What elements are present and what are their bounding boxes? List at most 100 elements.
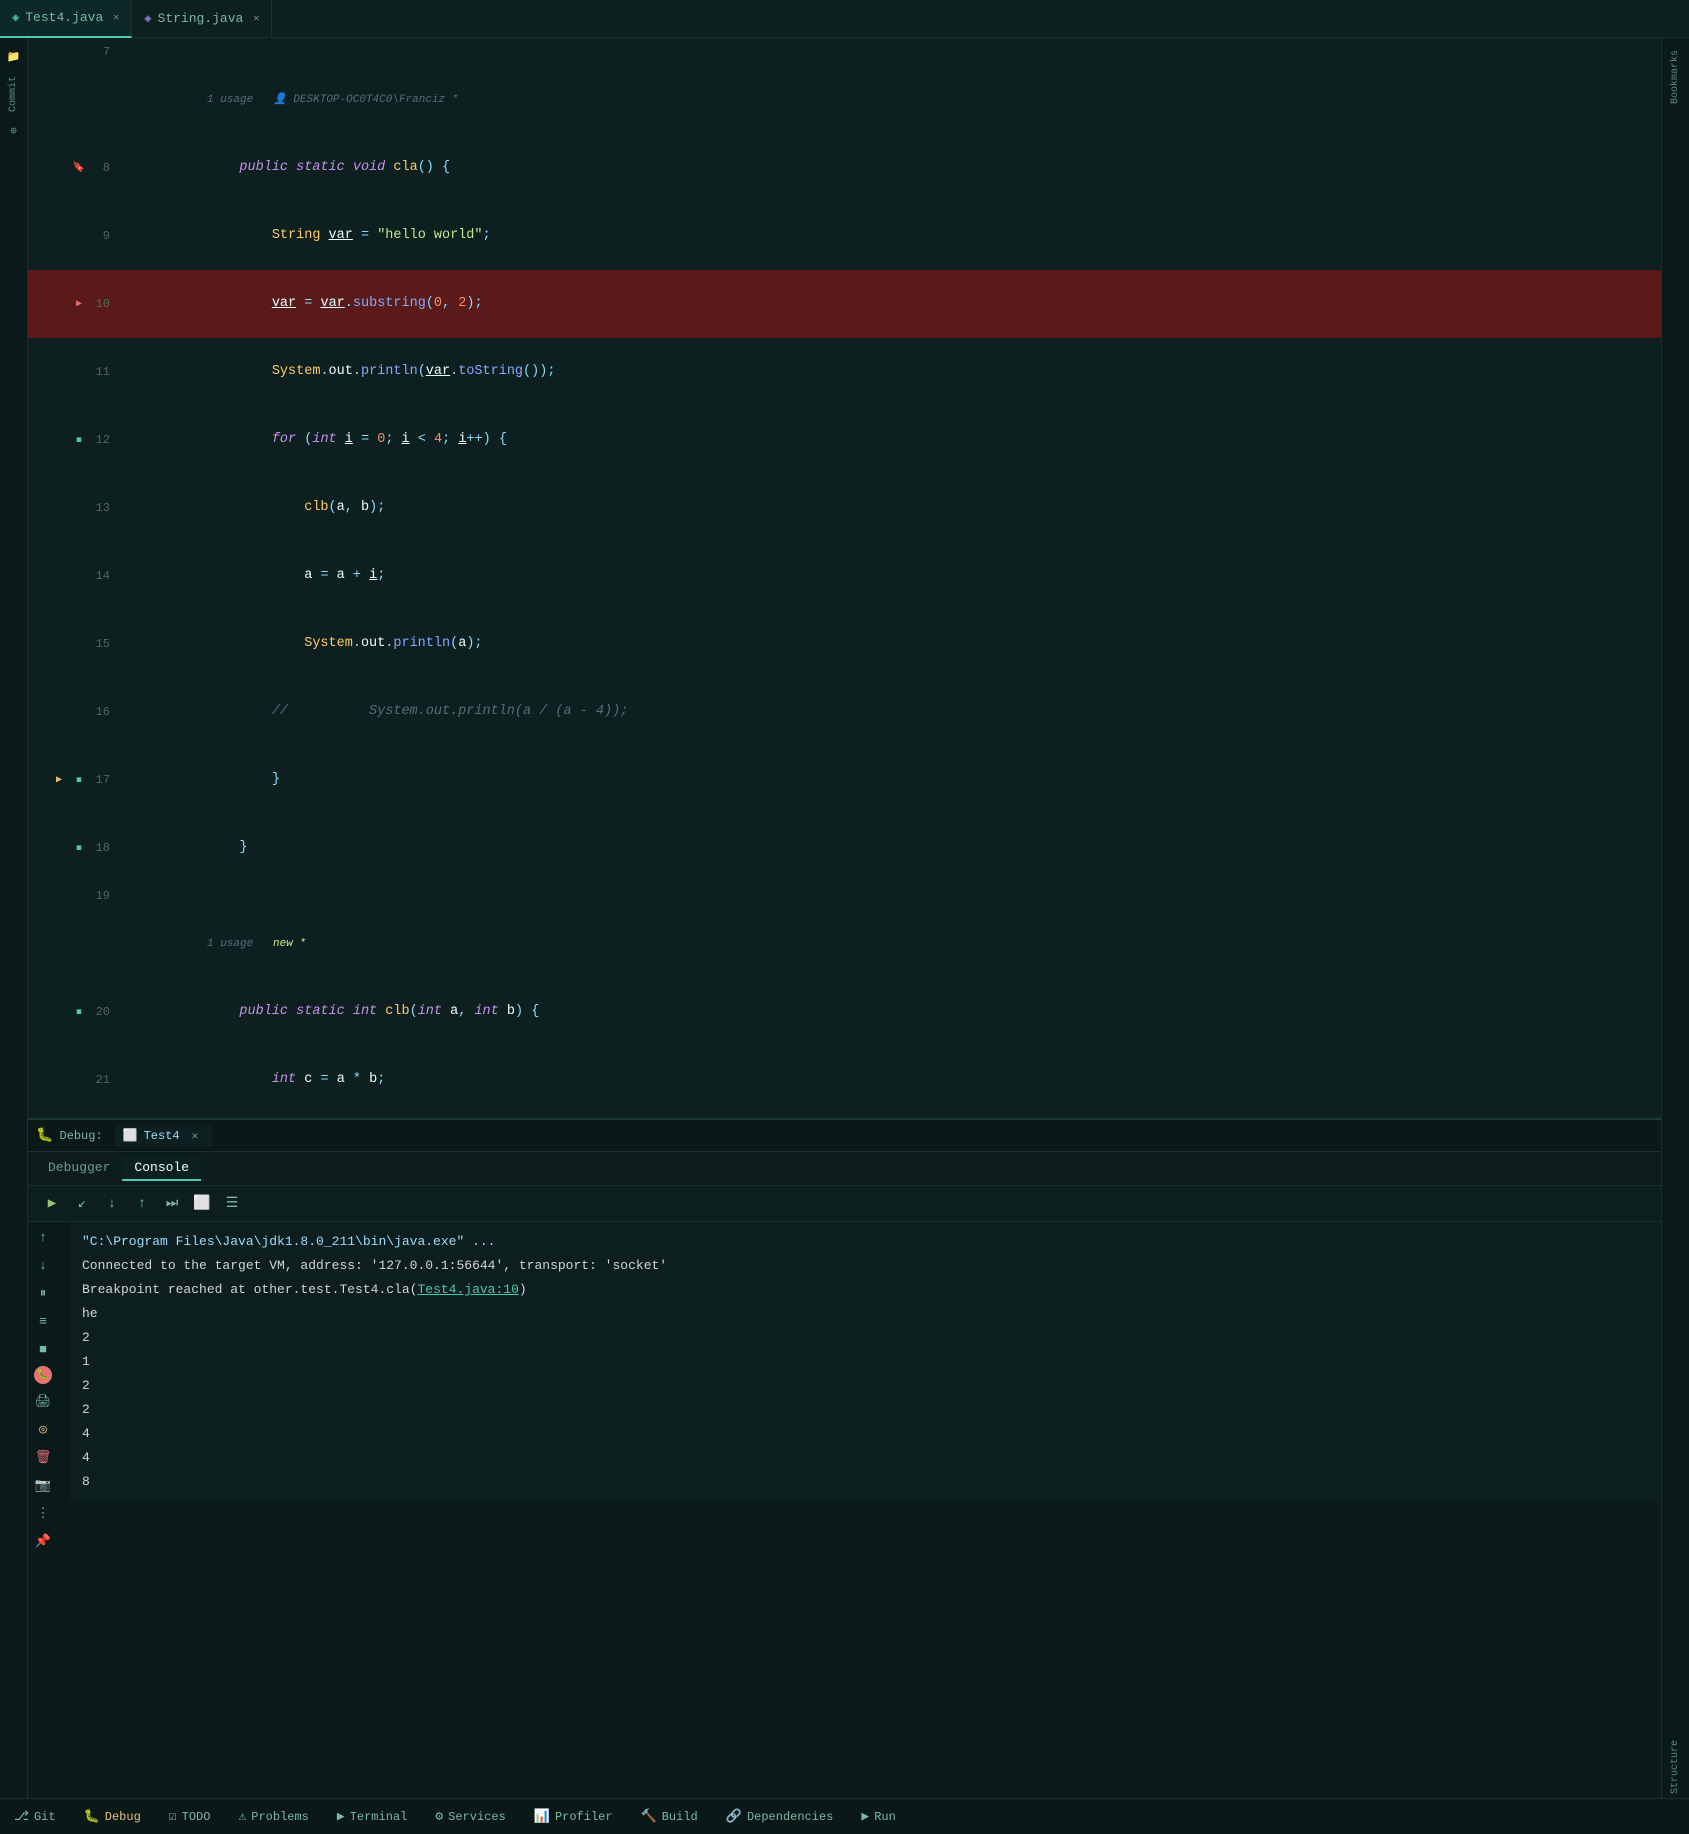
- code-container[interactable]: 7 1 usage 👤 DESKTOP-OC0T4C0\Franciz * 🔖: [28, 38, 1661, 1118]
- code-line-8: 🔖 8 public static void cla() {: [28, 134, 1661, 202]
- bookmark-18: ◼: [72, 841, 86, 855]
- watch-icon[interactable]: ◎: [32, 1418, 54, 1440]
- debug-icon[interactable]: 🐛: [34, 1366, 52, 1384]
- problems-label: Problems: [251, 1810, 309, 1824]
- build-tool[interactable]: 🔨 Build: [635, 1805, 704, 1828]
- git-label: Git: [34, 1810, 56, 1824]
- terminal-tool[interactable]: ▶ Terminal: [331, 1805, 413, 1828]
- gutter-15: 15: [28, 610, 118, 678]
- dependencies-tool[interactable]: 🔗 Dependencies: [720, 1805, 840, 1828]
- pause-console-icon[interactable]: ⏸: [32, 1282, 54, 1304]
- code-line-16: 16 // System.out.println(a / (a - 4));: [28, 678, 1661, 746]
- stop-icon[interactable]: ■: [32, 1338, 54, 1360]
- settings-icon[interactable]: ≡: [32, 1310, 54, 1332]
- console-left-icons: ↑ ↓ ⏸ ≡ ■ 🐛 🖨 ◎ 🗑 📷 ⋮ 📌: [28, 1222, 58, 1556]
- console-line-3: Breakpoint reached at other.test.Test4.c…: [82, 1278, 1649, 1302]
- camera-icon[interactable]: 📷: [32, 1474, 54, 1496]
- scroll-down-icon[interactable]: ↓: [32, 1254, 54, 1276]
- step-out-btn[interactable]: ↑: [130, 1192, 154, 1216]
- dependencies-icon: 🔗: [726, 1809, 742, 1824]
- run-to-cursor-btn[interactable]: ⏭: [160, 1192, 184, 1216]
- gutter-10: ▶ 10: [28, 270, 118, 338]
- tab-string-close[interactable]: ✕: [253, 13, 259, 25]
- breakpoint-17[interactable]: ▶: [52, 773, 66, 787]
- console-line-4: he: [82, 1302, 1649, 1326]
- gutter-9: 9: [28, 202, 118, 270]
- gutter-20: ◼ 20: [28, 978, 118, 1046]
- project-icon[interactable]: 📁: [3, 46, 25, 68]
- terminal-icon: ▶: [337, 1809, 345, 1824]
- step-into-btn[interactable]: ↓: [100, 1192, 124, 1216]
- console-main[interactable]: "C:\Program Files\Java\jdk1.8.0_211\bin\…: [70, 1222, 1661, 1556]
- code-line-10: ▶ 10 var = var.substring(0, 2);: [28, 270, 1661, 338]
- gutter-8: 🔖 8: [28, 134, 118, 202]
- bookmark-12: ◼: [72, 433, 86, 447]
- gutter-13: 13: [28, 474, 118, 542]
- console-line-6: 1: [82, 1350, 1649, 1374]
- test4-icon: ◈: [12, 10, 19, 25]
- todo-label: TODO: [182, 1810, 211, 1824]
- debug-toolbar: ▶ ↙ ↓ ↑ ⏭ ⬜ ☰: [28, 1186, 1661, 1222]
- gutter-16: 16: [28, 678, 118, 746]
- main-area: 📁 Commit ⊕ 7 1 usage 👤 DESKTOP-OC0T4C0\F: [0, 38, 1689, 1798]
- console-line-8: 2: [82, 1398, 1649, 1422]
- problems-icon: ⚠: [238, 1809, 246, 1824]
- debug-bottom-icon: 🐛: [84, 1809, 100, 1824]
- bookmarks-label[interactable]: Bookmarks: [1668, 46, 1683, 108]
- console-line-7: 2: [82, 1374, 1649, 1398]
- code-line-21: 21 int c = a * b;: [28, 1046, 1661, 1114]
- resume-btn[interactable]: ▶: [40, 1192, 64, 1216]
- git-tool[interactable]: ⎇ Git: [8, 1805, 62, 1828]
- run-icon: ▶: [861, 1809, 869, 1824]
- tab-test4[interactable]: ◈ Test4.java ✕: [0, 0, 132, 38]
- gutter-meta2: [28, 910, 118, 978]
- debug-session-bar: 🐛 Debug: ⬜ Test4 ✕: [28, 1120, 1661, 1152]
- string-icon: ◈: [144, 11, 151, 26]
- gutter-21: 21: [28, 1046, 118, 1114]
- todo-tool[interactable]: ☑ TODO: [163, 1805, 217, 1828]
- gutter-19: 19: [28, 882, 118, 910]
- tab-console[interactable]: Console: [122, 1156, 201, 1181]
- code-line-20: ◼ 20 public static int clb(int a, int b)…: [28, 978, 1661, 1046]
- console-output: ↑ ↓ ⏸ ≡ ■ 🐛 🖨 ◎ 🗑 📷 ⋮ 📌 "C:\Progra: [28, 1222, 1661, 1556]
- gutter-11: 11: [28, 338, 118, 406]
- merge-icon[interactable]: ⊕: [3, 120, 25, 142]
- commit-label[interactable]: Commit: [6, 72, 21, 116]
- debug-tool[interactable]: 🐛 Debug: [78, 1805, 147, 1828]
- code-line-14: 14 a = a + i;: [28, 542, 1661, 610]
- right-sidebar: Bookmarks Structure: [1661, 38, 1689, 1798]
- step-over-btn[interactable]: ↙: [70, 1192, 94, 1216]
- terminal-label: Terminal: [350, 1810, 408, 1824]
- delete-icon[interactable]: 🗑: [32, 1446, 54, 1468]
- editor-area: 7 1 usage 👤 DESKTOP-OC0T4C0\Franciz * 🔖: [28, 38, 1661, 1798]
- code-line-9: 9 String var = "hello world";: [28, 202, 1661, 270]
- pin-icon[interactable]: 📌: [32, 1530, 54, 1552]
- profiler-tool[interactable]: 📊 Profiler: [528, 1805, 619, 1828]
- code-line-11: 11 System.out.println(var.toString());: [28, 338, 1661, 406]
- structure-label[interactable]: Structure: [1668, 1736, 1683, 1798]
- scroll-up-icon[interactable]: ↑: [32, 1226, 54, 1248]
- gutter-17: ▶ ◼ 17: [28, 746, 118, 814]
- bookmark-17: ◼: [72, 773, 86, 787]
- gutter-7: 7: [28, 38, 118, 66]
- code-line-15: 15 System.out.println(a);: [28, 610, 1661, 678]
- evaluate-btn[interactable]: ⬜: [190, 1192, 214, 1216]
- console-line-5: 2: [82, 1326, 1649, 1350]
- console-line-9: 4: [82, 1422, 1649, 1446]
- tab-string[interactable]: ◈ String.java ✕: [132, 0, 272, 38]
- tab-debugger[interactable]: Debugger: [36, 1156, 122, 1181]
- services-tool[interactable]: ⚙ Services: [429, 1805, 511, 1828]
- breakpoint-10[interactable]: ▶: [72, 297, 86, 311]
- print-icon[interactable]: 🖨: [32, 1390, 54, 1412]
- run-tool[interactable]: ▶ Run: [855, 1805, 901, 1828]
- dependencies-label: Dependencies: [747, 1810, 833, 1824]
- frames-btn[interactable]: ☰: [220, 1192, 244, 1216]
- services-icon: ⚙: [435, 1809, 443, 1824]
- tab-test4-close[interactable]: ✕: [113, 12, 119, 24]
- tab-test4-label: Test4.java: [25, 10, 103, 25]
- left-sidebar: 📁 Commit ⊕: [0, 38, 28, 1798]
- more-icon[interactable]: ⋮: [32, 1502, 54, 1524]
- meta-line-2: 1 usage new *: [28, 910, 1661, 978]
- debug-session-close[interactable]: ✕: [186, 1127, 205, 1145]
- problems-tool[interactable]: ⚠ Problems: [232, 1805, 314, 1828]
